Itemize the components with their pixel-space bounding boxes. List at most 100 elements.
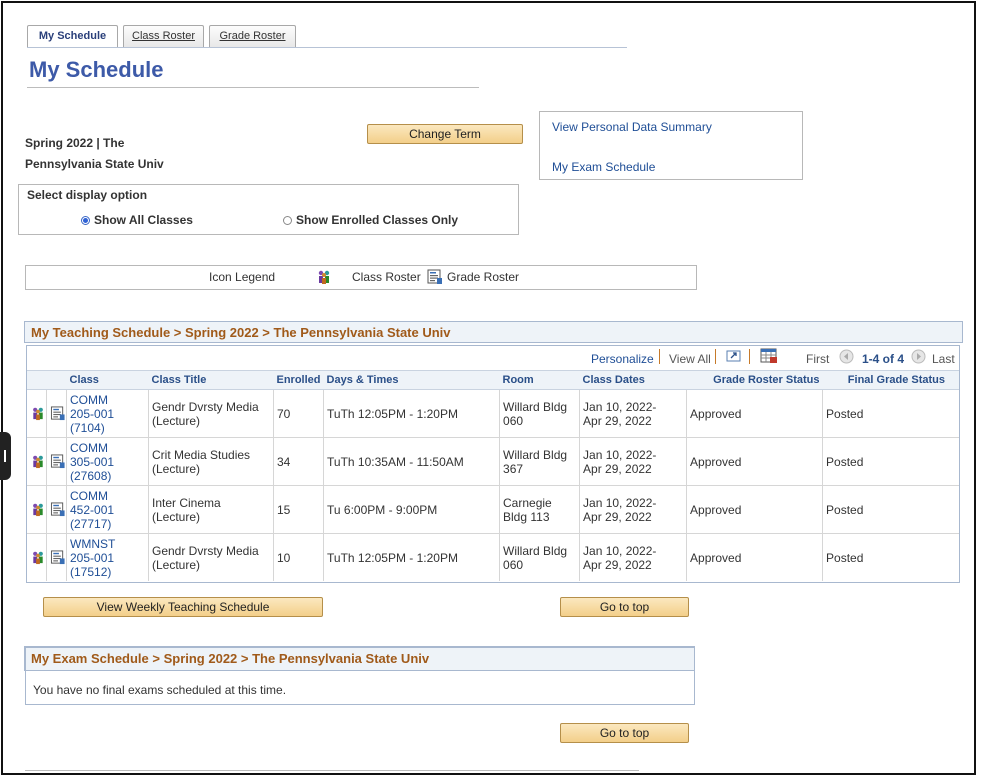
column-header: Final Grade Status [822,370,959,390]
class-link[interactable]: COMM 305-001 (27608) [66,437,149,486]
view-weekly-schedule-button[interactable]: View Weekly Teaching Schedule [43,597,323,617]
show-all-classes-option[interactable]: Show All Classes [81,213,193,227]
class-roster-cell[interactable] [27,437,47,486]
personal-data-summary-link[interactable]: View Personal Data Summary [552,120,712,134]
class-number[interactable]: (7104) [70,421,105,435]
class-link[interactable]: WMNST 205-001 (17512) [66,533,149,581]
column-header: Class [66,370,149,390]
show-all-classes-label: Show All Classes [94,213,193,227]
enrolled-cell: 70 [273,389,325,438]
room-cell: Willard Bldg 367 [499,437,581,486]
exam-schedule-link[interactable]: My Exam Schedule [552,160,655,174]
next-arrow-icon[interactable] [911,349,926,367]
class-roster-icon [316,269,332,288]
radio-unselected-icon[interactable] [283,216,292,225]
class-roster-icon[interactable] [30,454,46,469]
class-section[interactable]: 452-001 [70,503,114,517]
class-type: (Lecture) [152,557,201,572]
tab-grade-roster[interactable]: Grade Roster [209,25,296,47]
display-option-label: Select display option [27,188,148,202]
tab-my-schedule[interactable]: My Schedule [27,25,118,48]
grade-roster-icon [427,269,443,288]
class-link[interactable]: COMM 452-001 (27717) [66,485,149,534]
title-divider [27,87,479,88]
table-row: COMM 305-001 (27608) Crit Media Studies (Le… [27,437,959,486]
class-section[interactable]: 205-001 [70,551,114,565]
grade-roster-cell[interactable] [46,485,67,534]
room-number: 060 [503,557,524,572]
class-roster-cell[interactable] [27,533,47,581]
view-all-link[interactable]: View All [669,352,711,366]
class-roster-cell[interactable] [27,389,47,438]
enrolled-cell: 15 [273,485,325,534]
column-header: Class Dates [579,370,687,390]
teaching-schedule-header: My Teaching Schedule > Spring 2022 > The… [24,321,963,343]
schedule-table: Class Class Title Enrolled Days & Times … [27,370,959,581]
grade-roster-icon[interactable] [50,502,66,517]
enrolled-cell: 34 [273,437,325,486]
class-subject[interactable]: WMNST [70,537,115,551]
tab-divider [27,47,627,48]
change-term-button[interactable]: Change Term [367,124,523,144]
end-date: Apr 29, 2022 [583,557,652,572]
class-title: Crit Media Studies [152,447,251,462]
last-link[interactable]: Last [932,352,955,366]
grade-roster-icon[interactable] [50,406,66,421]
personalize-link[interactable]: Personalize [591,352,654,366]
term-line-2: Pennsylvania State Univ [25,157,164,171]
class-type: (Lecture) [152,461,201,476]
final-grade-status-cell: Posted [822,389,959,438]
room-cell: Carnegie Bldg 113 [499,485,581,534]
download-grid-icon[interactable] [760,348,778,367]
tab-class-roster[interactable]: Class Roster [123,25,204,47]
end-date: Apr 29, 2022 [583,461,652,476]
go-to-top-button[interactable]: Go to top [560,723,689,743]
legend-class-roster-label: Class Roster [352,270,421,284]
class-title: Gendr Dvrsty Media [152,543,259,558]
page-title: My Schedule [29,57,164,82]
radio-selected-icon[interactable] [81,216,90,225]
display-option-box: Select display option Show All Classes S… [18,184,519,235]
class-roster-cell[interactable] [27,485,47,534]
first-link[interactable]: First [806,352,829,366]
final-grade-status-cell: Posted [822,437,959,486]
show-enrolled-option[interactable]: Show Enrolled Classes Only [283,213,458,227]
side-panel-handle[interactable] [0,432,11,480]
previous-arrow-icon[interactable] [839,349,854,367]
zoom-icon[interactable] [726,349,742,366]
legend-title: Icon Legend [209,270,276,284]
grade-roster-icon[interactable] [50,550,66,565]
final-grade-status-cell: Posted [826,550,864,565]
class-title-cell: Gendr Dvrsty Media (Lecture) [148,533,274,581]
class-roster-icon[interactable] [30,406,46,421]
start-date: Jan 10, 2022- [583,543,657,558]
class-title-cell: Gendr Dvrsty Media (Lecture) [148,389,274,438]
nav-separator [659,349,660,364]
exam-schedule-box: You have no final exams scheduled at thi… [25,647,695,705]
room-cell: Willard Bldg 060 [499,389,581,438]
tab-grade-roster-label: Grade Roster [219,30,286,42]
class-subject[interactable]: COMM [70,393,108,407]
quick-links-box: View Personal Data Summary My Exam Sched… [539,111,803,180]
grade-roster-cell[interactable] [46,533,67,581]
go-to-top-button[interactable]: Go to top [560,597,689,617]
class-number[interactable]: (27717) [70,517,111,531]
grade-roster-icon[interactable] [50,454,66,469]
grade-roster-cell[interactable] [46,437,67,486]
grade-roster-cell[interactable] [46,389,67,438]
start-date: Jan 10, 2022- [583,399,657,414]
end-date: Apr 29, 2022 [583,413,652,428]
class-link[interactable]: COMM 205-001 (7104) [66,389,149,438]
class-roster-icon[interactable] [30,502,46,517]
class-title-cell: Inter Cinema (Lecture) [148,485,274,534]
class-section[interactable]: 205-001 [70,407,114,421]
bottom-divider [25,770,639,771]
class-subject[interactable]: COMM [70,489,108,503]
class-number[interactable]: (17512) [70,565,111,579]
term-line-1: Spring 2022 | The [25,136,125,150]
class-roster-icon[interactable] [30,550,46,565]
column-header: Room [499,370,580,390]
class-subject[interactable]: COMM [70,441,108,455]
class-number[interactable]: (27608) [70,469,111,483]
class-section[interactable]: 305-001 [70,455,114,469]
